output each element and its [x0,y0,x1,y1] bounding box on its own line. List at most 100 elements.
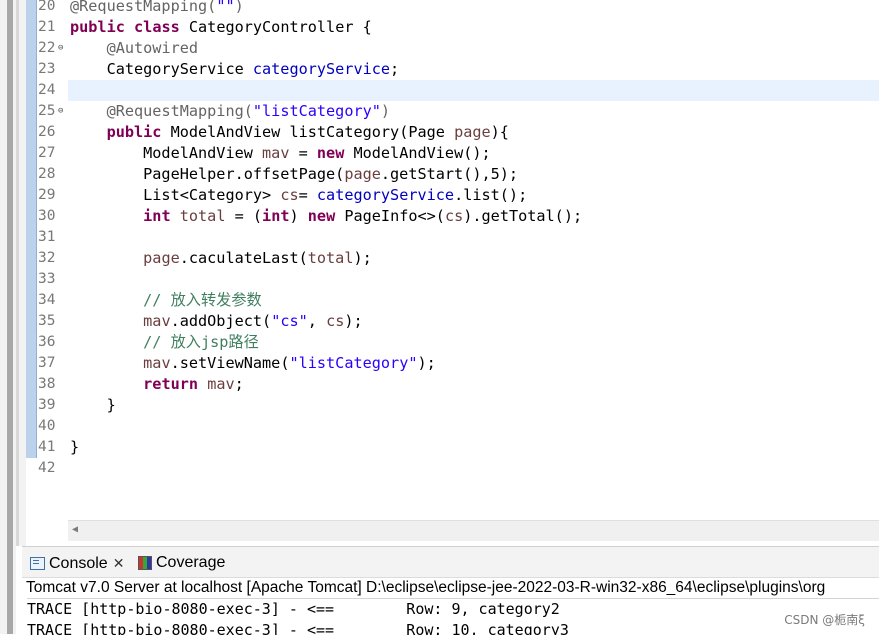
code-token: mav [207,375,235,393]
code-line[interactable]: 36 // 放入jsp路径 [0,332,879,353]
watermark: CSDN @栀南ξ [784,611,865,628]
code-token: .getStart(),5); [380,165,519,183]
code-token: new [316,144,345,162]
code-line[interactable]: 24 [0,80,879,101]
close-icon[interactable]: ✕ [113,555,125,571]
code-token: , [307,312,327,330]
code-token: .addObject( [170,312,272,330]
code-line[interactable]: 39 } [0,395,879,416]
code-text: mav.addObject("cs", cs); [70,311,363,332]
line-number: 25 [38,103,56,119]
code-text: PageHelper.offsetPage(page.getStart(),5)… [70,164,518,185]
tab-coverage[interactable]: Coverage [138,552,225,574]
code-line[interactable]: 35 mav.addObject("cs", cs); [0,311,879,332]
console-launch-description: Tomcat v7.0 Server at localhost [Apache … [26,579,826,596]
code-line[interactable]: 33 [0,269,879,290]
code-line[interactable]: 20 @RequestMapping("") [0,0,879,17]
code-text: page.caculateLast(total); [70,248,372,269]
horizontal-scrollbar[interactable]: ◀ [68,520,879,541]
code-token: page [454,123,491,141]
line-number: 34 [38,292,56,308]
code-text: public class CategoryController { [70,17,372,38]
code-token: return [143,375,199,393]
code-editor[interactable]: 20 @RequestMapping("") 21 public class Cate… [0,0,879,546]
code-line[interactable]: 29 List<Category> cs= categoryService.li… [0,185,879,206]
code-token: @Autowired [106,39,199,57]
code-lines[interactable]: 20 @RequestMapping("") 21 public class Cate… [0,0,879,479]
code-token: mav [143,312,171,330]
fold-toggle-icon[interactable]: ⊖ [58,38,63,59]
code-token: ModelAndView [70,144,263,162]
line-number: 28 [38,166,56,182]
code-token: cs [444,207,464,225]
fold-toggle-icon[interactable]: ⊖ [58,101,63,122]
line-number: 22 [38,40,56,56]
code-text: @RequestMapping("listCategory") [70,101,390,122]
code-token: ModelAndView listCategory(Page [161,123,455,141]
line-number: 33 [38,271,56,287]
code-line[interactable]: 26 public ModelAndView listCategory(Page… [0,122,879,143]
code-line[interactable]: 41} [0,437,879,458]
code-token: page [143,249,180,267]
code-line[interactable]: 21 public class CategoryController { [0,17,879,38]
console-output[interactable]: TRACE [http-bio-8080-exec-3] - <== Row: … [27,598,879,635]
code-token: categoryService [252,60,391,78]
code-token: cs [326,312,345,330]
code-line[interactable]: 37 mav.setViewName("listCategory"); [0,353,879,374]
code-token: CategoryController { [179,18,372,36]
code-line[interactable]: 22 ⊖ @Autowired [0,38,879,59]
code-token: CategoryService [70,60,253,78]
code-token: mav [143,354,171,372]
code-token: cs [280,186,299,204]
code-line[interactable]: 38 return mav; [0,374,879,395]
code-line[interactable]: 30 int total = (int) new PageInfo<>(cs).… [0,206,879,227]
tab-console[interactable]: Console ✕ [30,552,124,574]
code-line[interactable]: 27 ModelAndView mav = new ModelAndView()… [0,143,879,164]
code-line[interactable]: 42 [0,458,879,479]
code-text: return mav; [70,374,244,395]
code-line[interactable]: 32 page.caculateLast(total); [0,248,879,269]
code-token: "listCategory" [252,102,381,120]
code-text: // 放入转发参数 [70,290,262,311]
code-token: int [262,207,290,225]
code-token: ModelAndView(); [344,144,491,162]
code-line[interactable]: 25 ⊖ @RequestMapping("listCategory") [0,101,879,122]
code-token: PageInfo<>( [335,207,445,225]
code-text: public ModelAndView listCategory(Page pa… [70,122,509,143]
code-line[interactable]: 34 // 放入转发参数 [0,290,879,311]
line-number: 21 [38,19,56,35]
code-token: ){ [490,123,509,141]
code-line[interactable]: 23 CategoryService categoryService; [0,59,879,80]
code-token: // 放入转发参数 [143,291,262,309]
console-output-line: TRACE [http-bio-8080-exec-3] - <== Row: … [27,621,569,635]
code-token: } [70,438,80,456]
code-text: // 放入jsp路径 [70,332,259,353]
code-token: = [289,144,317,162]
code-text: } [70,437,79,458]
line-number: 42 [38,460,56,476]
code-token: .list(); [454,186,528,204]
code-line[interactable]: 28 PageHelper.offsetPage(page.getStart()… [0,164,879,185]
line-number: 29 [38,187,56,203]
code-token: } [70,396,116,414]
code-text: } [70,395,116,416]
code-token: ); [344,312,363,330]
code-line[interactable]: 31 [0,227,879,248]
tab-console-label: Console [49,555,108,572]
code-token: .caculateLast( [179,249,308,267]
line-number: 38 [38,376,56,392]
code-token: .setViewName( [170,354,290,372]
scroll-left-arrow-icon[interactable]: ◀ [72,524,78,535]
code-token: ) [380,102,391,120]
code-line[interactable]: 40 [0,416,879,437]
line-number: 30 [38,208,56,224]
